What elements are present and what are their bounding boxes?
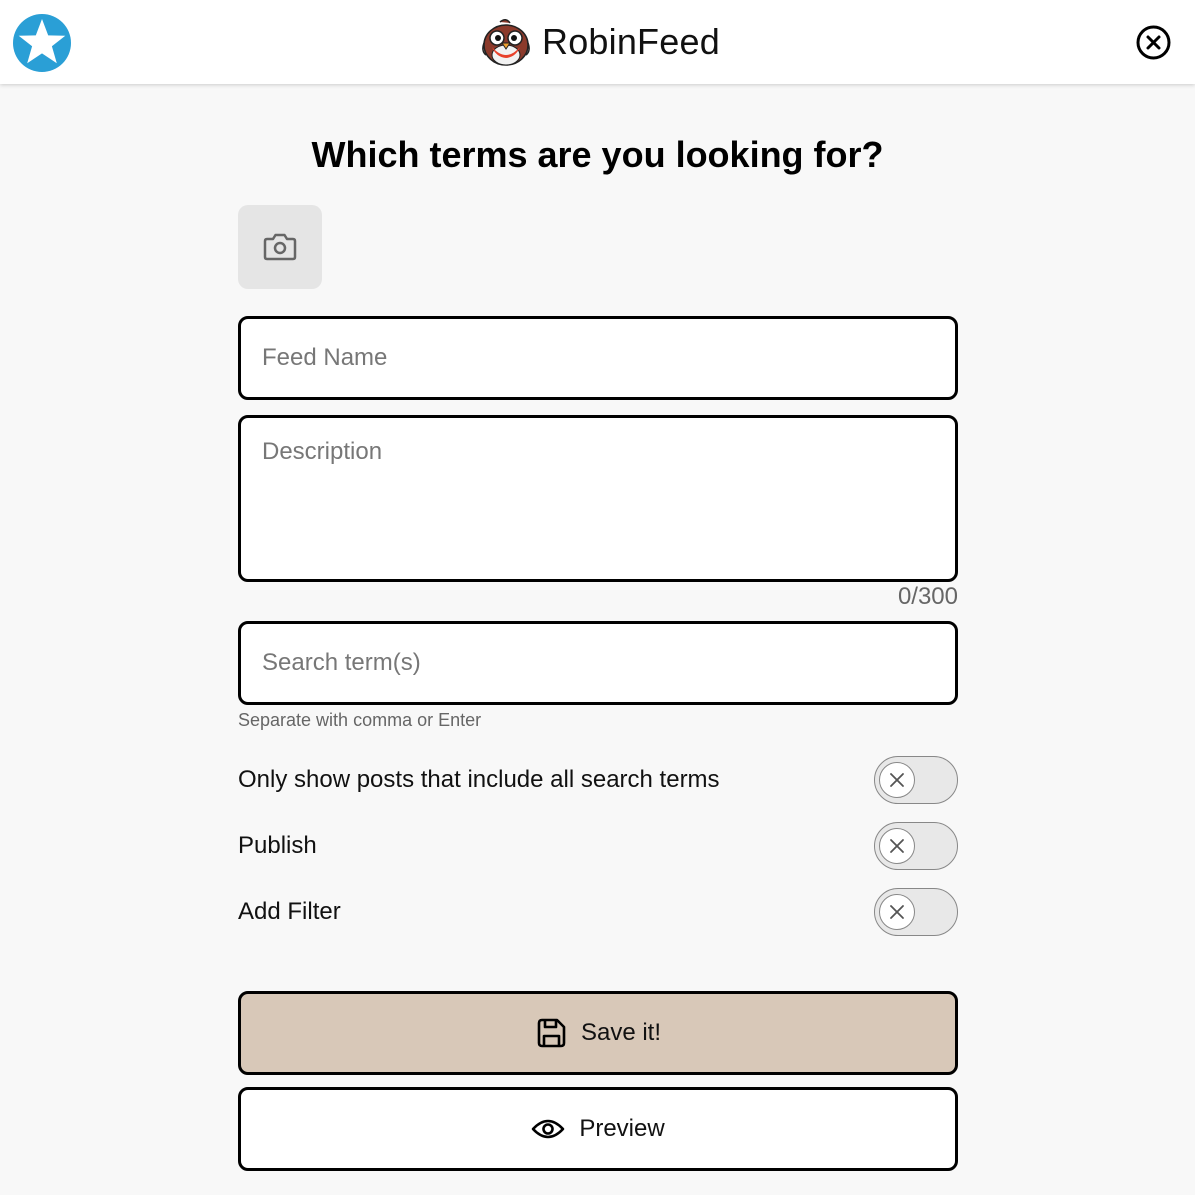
- toggle-label-publish: Publish: [238, 832, 317, 859]
- page-title: Which terms are you looking for?: [311, 134, 884, 175]
- all-terms-toggle[interactable]: [874, 756, 958, 804]
- app-name: RobinFeed: [542, 21, 720, 62]
- add-photo-button[interactable]: [238, 205, 322, 289]
- feed-name-input[interactable]: [238, 316, 958, 400]
- publish-toggle[interactable]: [874, 822, 958, 870]
- toggle-knob: [879, 828, 915, 864]
- add-filter-toggle[interactable]: [874, 888, 958, 936]
- toggle-label-add-filter: Add Filter: [238, 898, 341, 925]
- save-button[interactable]: Save it!: [238, 991, 958, 1075]
- description-char-count: 0/300: [897, 583, 958, 610]
- toggle-knob: [879, 762, 915, 798]
- close-circle-icon: [1136, 25, 1171, 60]
- search-terms-helper: Separate with comma or Enter: [238, 710, 482, 730]
- eye-icon: [531, 1117, 565, 1141]
- robin-bird-icon: [480, 17, 532, 67]
- brand: RobinFeed: [480, 17, 720, 67]
- toggle-row-publish: Publish: [238, 822, 958, 870]
- camera-icon: [263, 233, 297, 261]
- search-terms-input[interactable]: [238, 621, 958, 705]
- description-textarea[interactable]: [238, 415, 958, 582]
- toggle-row-add-filter: Add Filter: [238, 888, 958, 936]
- star-badge-icon[interactable]: [12, 13, 72, 73]
- x-icon: [890, 905, 904, 919]
- preview-button-label: Preview: [579, 1115, 665, 1142]
- x-icon: [890, 773, 904, 787]
- preview-button[interactable]: Preview: [238, 1087, 958, 1171]
- floppy-disk-icon: [535, 1017, 567, 1049]
- toggle-knob: [879, 894, 915, 930]
- toggle-row-all-terms: Only show posts that include all search …: [238, 756, 958, 804]
- toggle-label-all-terms: Only show posts that include all search …: [238, 766, 720, 793]
- x-icon: [890, 839, 904, 853]
- close-button[interactable]: [1135, 24, 1172, 61]
- app-header: RobinFeed: [0, 0, 1195, 84]
- save-button-label: Save it!: [580, 1019, 662, 1046]
